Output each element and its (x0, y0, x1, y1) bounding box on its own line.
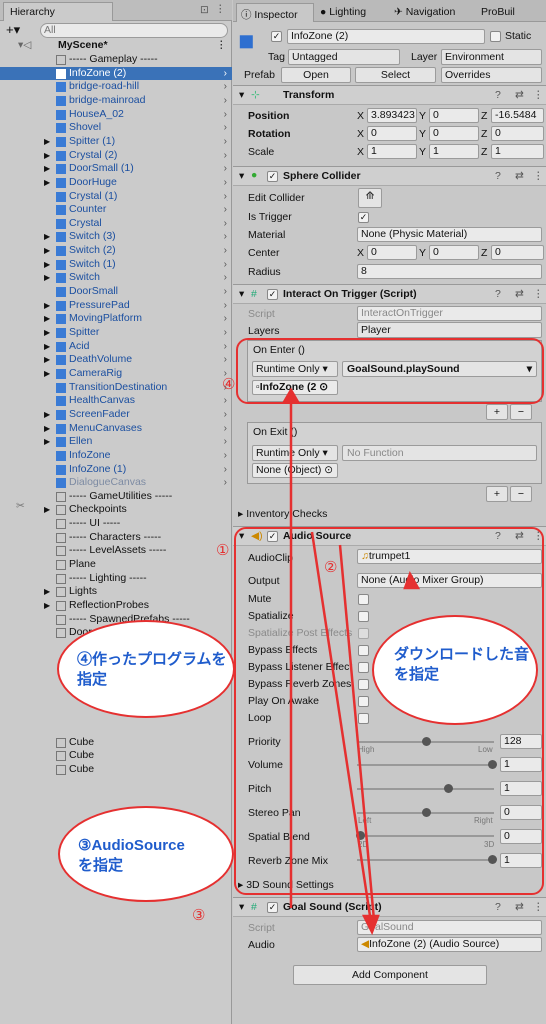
step-4-marker: ④ (222, 376, 236, 393)
callout-sound-text: ダウンロードした音を指定 (394, 646, 530, 683)
arrowhead-clip (403, 571, 421, 590)
arrow-line-1 (310, 531, 372, 917)
callout-sound: ダウンロードした音を指定 (372, 615, 538, 725)
callout-audiosource-text-1: ③AudioSource (78, 837, 185, 854)
step-1-marker: ① (216, 542, 230, 559)
callout-audiosource-text-2: を指定 (78, 857, 124, 874)
arrowhead-up (281, 387, 301, 404)
callout-program: ④作ったプログラムを指定 (57, 620, 235, 718)
callout-program-text: ④作ったプログラムを指定 (77, 651, 227, 688)
step-3-marker: ③ (192, 907, 206, 924)
step-2-marker: ② (324, 559, 338, 576)
callout-audiosource: ③AudioSource を指定 (58, 806, 234, 902)
arrow-line-2 (338, 544, 376, 921)
arrowhead-down (361, 914, 380, 936)
